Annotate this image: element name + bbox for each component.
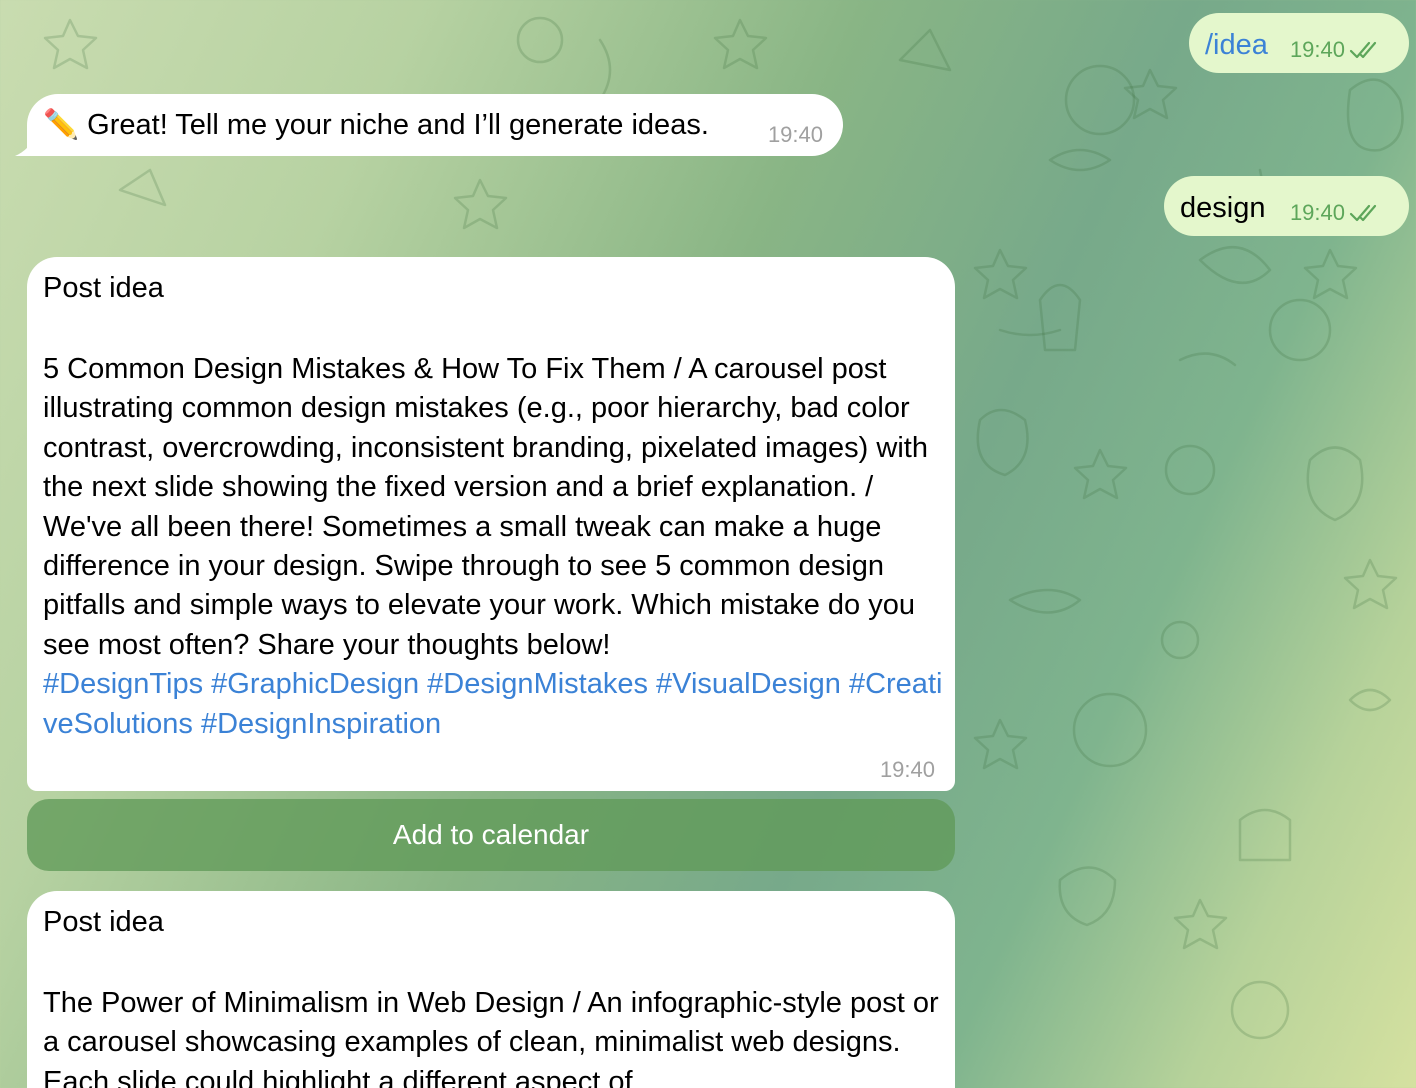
- post-description: 5 Common Design Mistakes & How To Fix Th…: [43, 353, 928, 661]
- idea-command-link[interactable]: /idea: [1205, 28, 1268, 62]
- double-check-icon: [1349, 204, 1377, 222]
- outgoing-message-idea: /idea 19:40: [1189, 13, 1409, 73]
- add-to-calendar-button[interactable]: Add to calendar: [27, 799, 955, 871]
- niche-text: design: [1180, 192, 1266, 224]
- post-description: The Power of Minimalism in Web Design / …: [43, 987, 939, 1088]
- message-meta: 19:40: [1290, 37, 1383, 63]
- message-meta: 19:40: [1290, 200, 1383, 226]
- message-time: 19:40: [767, 122, 823, 147]
- double-check-icon: [1349, 41, 1377, 59]
- post-body: The Power of Minimalism in Web Design / …: [43, 984, 943, 1088]
- incoming-message-bot-reply: ✏️ Great! Tell me your niche and I’ll ge…: [15, 94, 843, 156]
- bot-reply-text: Great! Tell me your niche and I’ll gener…: [87, 109, 709, 141]
- post-body: 5 Common Design Mistakes & How To Fix Th…: [43, 350, 943, 744]
- post-title: Post idea: [43, 272, 164, 304]
- message-time: 19:40: [879, 757, 935, 782]
- post-title: Post idea: [43, 906, 164, 938]
- message-time: 19:40: [1289, 37, 1345, 62]
- incoming-message-post-idea-2: Post idea The Power of Minimalism in Web…: [27, 891, 955, 1088]
- incoming-message-post-idea: Post idea 5 Common Design Mistakes & How…: [27, 257, 955, 791]
- message-time: 19:40: [1289, 200, 1345, 225]
- bubble-tail: [15, 134, 37, 156]
- post-hashtags[interactable]: #DesignTips #GraphicDesign #DesignMistak…: [43, 668, 942, 739]
- outgoing-message-design: design 19:40: [1164, 176, 1409, 236]
- pencil-icon: ✏️: [43, 109, 80, 141]
